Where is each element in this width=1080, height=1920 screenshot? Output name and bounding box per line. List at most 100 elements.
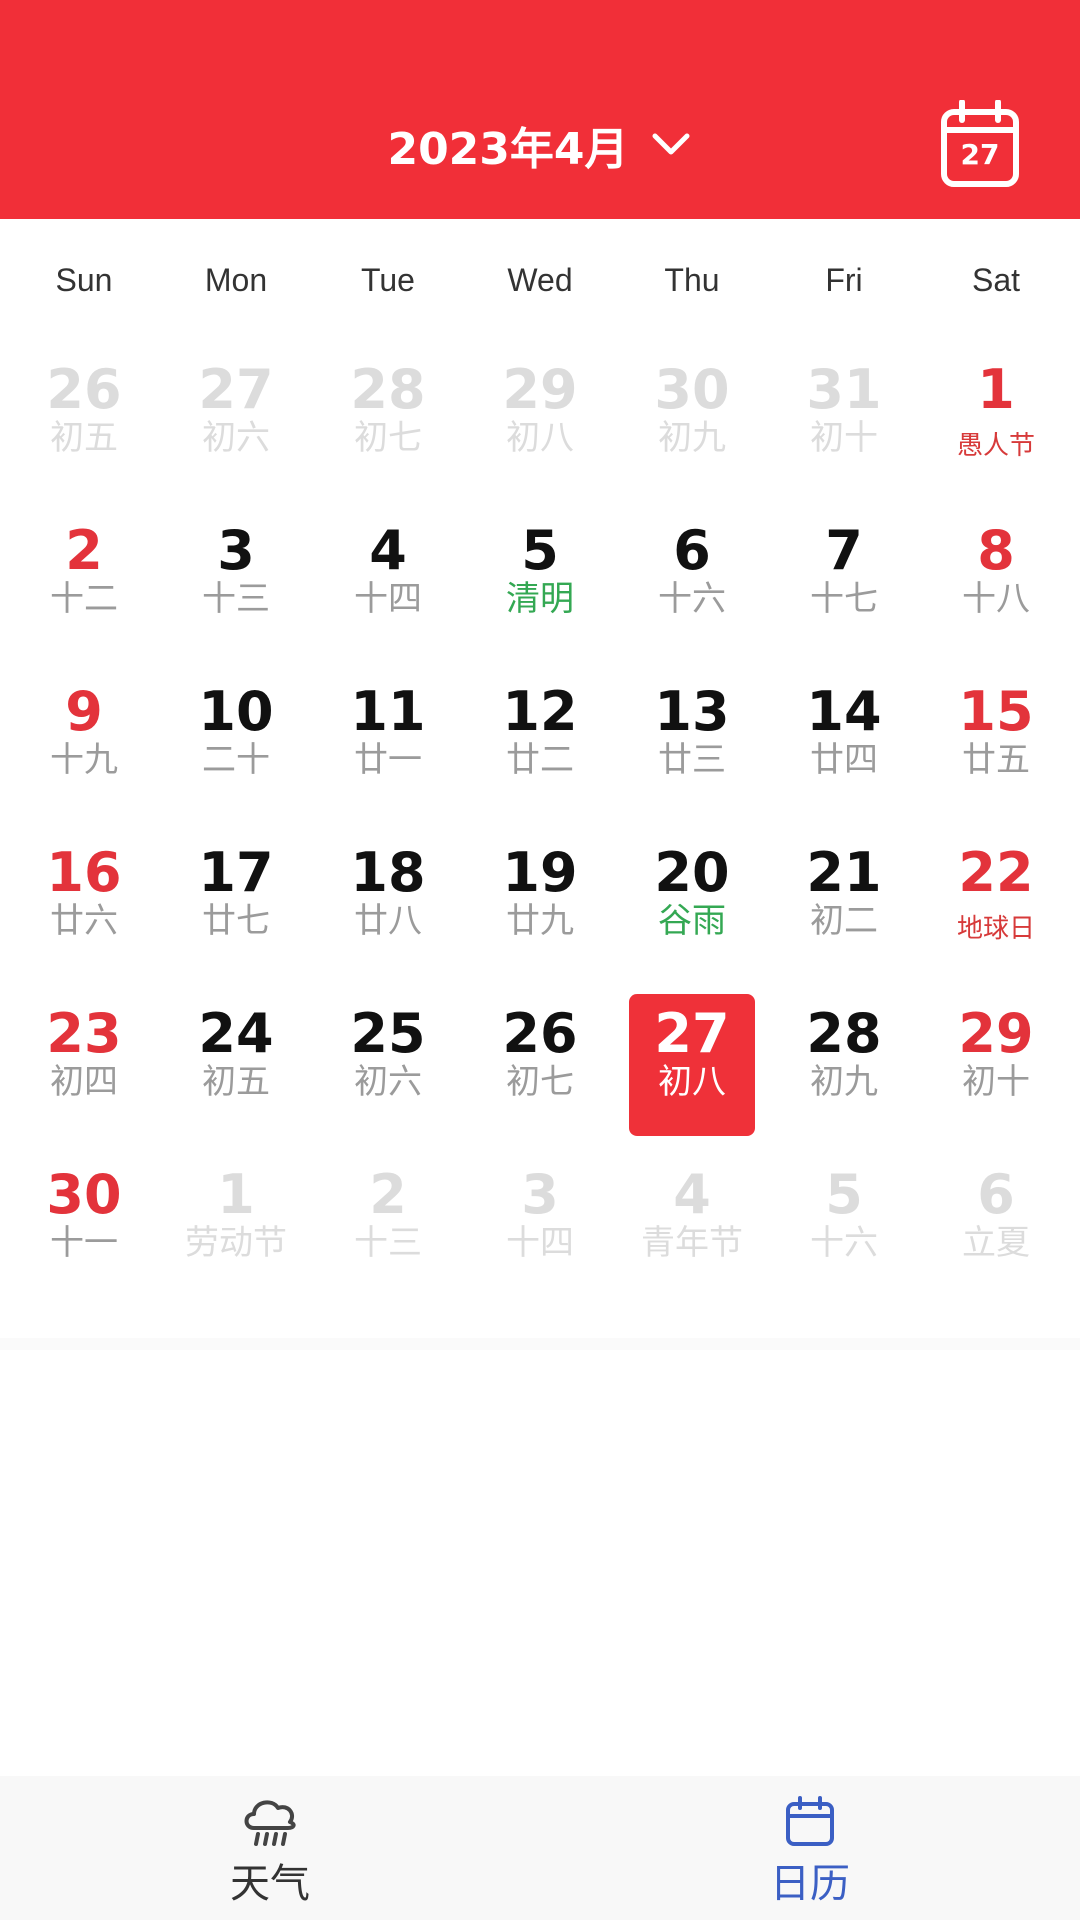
day-number: 18 [350, 841, 426, 904]
day-cell[interactable]: 3 十三 [160, 511, 312, 672]
day-number: 12 [502, 680, 578, 743]
day-number: 31 [806, 358, 882, 421]
chevron-down-icon [649, 123, 693, 167]
day-cell[interactable]: 7 十七 [768, 511, 920, 672]
today-button[interactable]: 27 [940, 100, 1020, 188]
lunar-date: 十九 [50, 740, 118, 780]
lunar-date: 廿四 [810, 740, 878, 780]
day-cell[interactable]: 4 十四 [312, 511, 464, 672]
day-cell[interactable]: 30 十一 [8, 1155, 160, 1316]
day-cell[interactable]: 5 十六 [768, 1155, 920, 1316]
solar-term-label: 清明 [506, 579, 574, 619]
day-cell[interactable]: 14 廿四 [768, 672, 920, 833]
day-cell[interactable]: 5 清明 [464, 511, 616, 672]
section-divider [0, 1338, 1080, 1350]
day-number: 27 [654, 1002, 730, 1065]
lunar-date: 廿二 [506, 740, 574, 780]
month-title: 2023年4月 [387, 124, 629, 175]
day-cell[interactable]: 29 初八 [464, 350, 616, 511]
weekday-thu: Thu [664, 262, 720, 298]
day-cell[interactable]: 21 初二 [768, 833, 920, 994]
bottom-nav: 天气 日历 [0, 1776, 1080, 1920]
lunar-date: 十四 [354, 579, 422, 619]
month-selector[interactable]: 2023年4月 [0, 110, 1080, 180]
day-cell[interactable]: 28 初七 [312, 350, 464, 511]
lunar-date: 十三 [202, 579, 270, 619]
day-number: 24 [198, 1002, 274, 1065]
lunar-date: 初六 [202, 418, 270, 458]
holiday-label: 地球日 [956, 914, 1035, 944]
day-cell[interactable]: 4 青年节 [616, 1155, 768, 1316]
nav-calendar[interactable]: 日历 [540, 1776, 1080, 1920]
lunar-date: 十二 [50, 579, 118, 619]
day-cell[interactable]: 12 廿二 [464, 672, 616, 833]
day-cell[interactable]: 29 初十 [920, 994, 1072, 1155]
day-cell[interactable]: 2 十三 [312, 1155, 464, 1316]
day-cell[interactable]: 27 初六 [160, 350, 312, 511]
day-number: 9 [65, 680, 103, 743]
day-cell[interactable]: 26 初五 [8, 350, 160, 511]
lunar-date: 十四 [506, 1223, 574, 1263]
lunar-date: 廿三 [658, 740, 726, 780]
day-cell[interactable]: 24 初五 [160, 994, 312, 1155]
day-cell-selected[interactable]: 27 初八 [616, 994, 768, 1155]
day-cell[interactable]: 16 廿六 [8, 833, 160, 994]
day-cell[interactable]: 31 初十 [768, 350, 920, 511]
day-cell[interactable]: 20 谷雨 [616, 833, 768, 994]
today-number: 27 [960, 138, 1000, 171]
lunar-date: 十六 [658, 579, 726, 619]
lunar-date: 初八 [506, 418, 574, 458]
lunar-date: 初十 [810, 418, 878, 458]
day-number: 4 [673, 1163, 711, 1226]
day-cell[interactable]: 11 廿一 [312, 672, 464, 833]
nav-weather-label: 天气 [230, 1861, 310, 1907]
day-cell[interactable]: 18 廿八 [312, 833, 464, 994]
day-cell[interactable]: 15 廿五 [920, 672, 1072, 833]
day-cell[interactable]: 22 地球日 [920, 833, 1072, 994]
weekday-tue: Tue [361, 262, 415, 298]
day-number: 4 [369, 519, 407, 582]
day-cell[interactable]: 9 十九 [8, 672, 160, 833]
day-number: 26 [502, 1002, 578, 1065]
lunar-date: 初五 [50, 418, 118, 458]
day-cell[interactable]: 19 廿九 [464, 833, 616, 994]
day-cell[interactable]: 26 初七 [464, 994, 616, 1155]
day-number: 2 [65, 519, 103, 582]
day-cell[interactable]: 28 初九 [768, 994, 920, 1155]
lunar-date: 初二 [810, 901, 878, 941]
day-cell[interactable]: 13 廿三 [616, 672, 768, 833]
day-cell[interactable]: 10 二十 [160, 672, 312, 833]
lunar-date: 廿九 [506, 901, 574, 941]
lunar-date: 初十 [962, 1062, 1030, 1102]
day-cell[interactable]: 17 廿七 [160, 833, 312, 994]
day-cell[interactable]: 1 劳动节 [160, 1155, 312, 1316]
day-cell[interactable]: 8 十八 [920, 511, 1072, 672]
day-number: 27 [198, 358, 274, 421]
day-cell[interactable]: 1 愚人节 [920, 350, 1072, 511]
lunar-date: 初八 [658, 1062, 726, 1102]
day-cell[interactable]: 3 十四 [464, 1155, 616, 1316]
day-cell[interactable]: 6 立夏 [920, 1155, 1072, 1316]
day-number: 19 [502, 841, 578, 904]
lunar-date: 初九 [810, 1062, 878, 1102]
day-cell[interactable]: 30 初九 [616, 350, 768, 511]
day-number: 13 [654, 680, 730, 743]
day-cell[interactable]: 6 十六 [616, 511, 768, 672]
day-number: 16 [46, 841, 122, 904]
calendar-grid: 26 初五 27 初六 28 初七 29 初八 30 初九 31 初十 1 愚人节 2 十二 3 十三 4 十四 5 清明… [0, 350, 1080, 1316]
nav-weather[interactable]: 天气 [0, 1776, 540, 1920]
lunar-date: 廿七 [202, 901, 270, 941]
day-cell[interactable]: 23 初四 [8, 994, 160, 1155]
day-number: 29 [958, 1002, 1034, 1065]
day-number: 22 [958, 841, 1034, 904]
day-cell[interactable]: 2 十二 [8, 511, 160, 672]
lunar-date: 初六 [354, 1062, 422, 1102]
day-cell[interactable]: 25 初六 [312, 994, 464, 1155]
lunar-date: 十三 [354, 1223, 422, 1263]
day-number: 8 [977, 519, 1015, 582]
day-number: 21 [806, 841, 882, 904]
lunar-date: 二十 [202, 740, 270, 780]
day-number: 30 [654, 358, 730, 421]
holiday-label: 青年节 [641, 1223, 743, 1263]
cloud-rain-icon [240, 1794, 300, 1854]
